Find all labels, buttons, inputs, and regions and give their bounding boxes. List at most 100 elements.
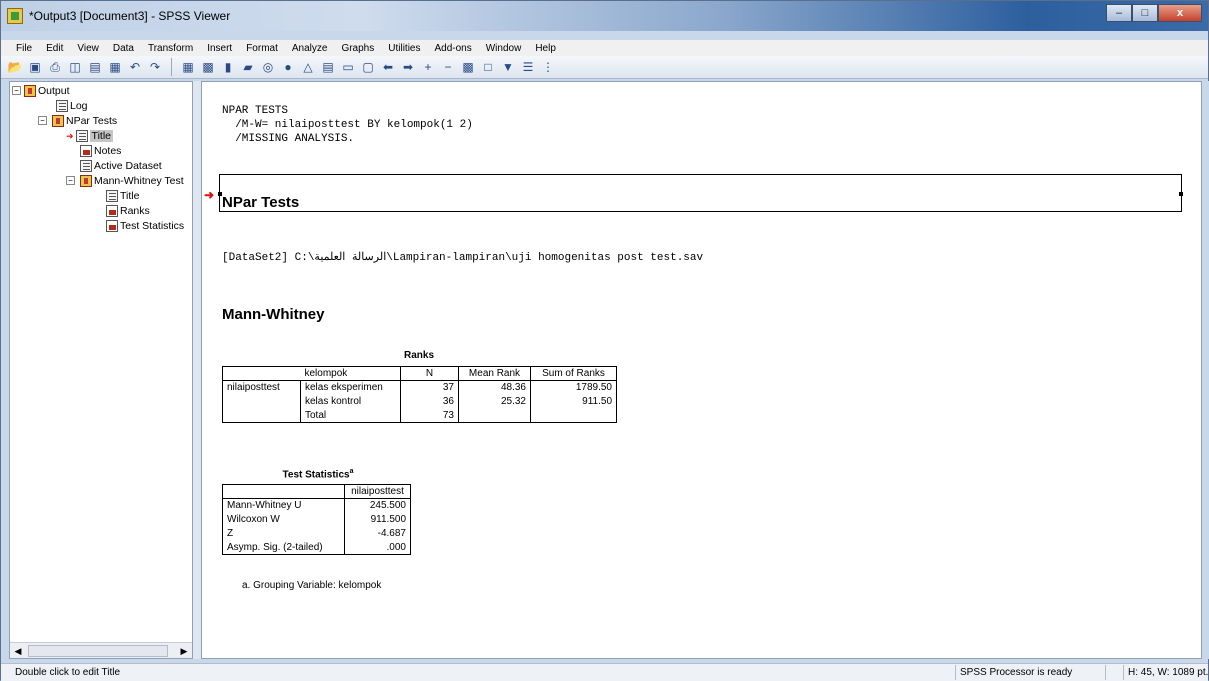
table-icon — [106, 205, 118, 217]
outline-pane[interactable]: − Output Log − NPar Tests ➜ Title Notes … — [9, 81, 193, 659]
close-button[interactable]: x — [1158, 4, 1202, 22]
table-header-row: nilaiposttest — [222, 484, 411, 499]
menu-insert[interactable]: Insert — [200, 43, 239, 54]
ranks-header-mean-rank: Mean Rank — [458, 366, 531, 381]
size-status: H: 45, W: 1089 pt. — [1123, 665, 1209, 680]
tree-label: Notes — [94, 145, 122, 157]
insert-heading-icon[interactable]: ▤ — [320, 59, 336, 75]
ranks-group-cell: Total — [300, 408, 401, 423]
title-bar[interactable]: *Output3 [Document3] - SPSS Viewer – □ x — [1, 1, 1208, 31]
minimize-button[interactable]: – — [1106, 4, 1132, 22]
insert-title-icon[interactable]: ▭ — [340, 59, 356, 75]
output-content-pane[interactable]: NPAR TESTS /M-W= nilaiposttest BY kelomp… — [201, 81, 1202, 659]
tree-label: NPar Tests — [66, 115, 118, 127]
tree-label: Mann-Whitney Test — [94, 175, 184, 187]
tree-node-title-selected[interactable]: ➜ Title — [66, 129, 113, 143]
insert-output-icon[interactable]: △ — [300, 59, 316, 75]
expand-icon[interactable]: + — [420, 59, 436, 75]
ranks-table[interactable]: kelompok N Mean Rank Sum of Ranks nilaip… — [222, 366, 617, 423]
spss-viewer-window: *Output3 [Document3] - SPSS Viewer – □ x… — [0, 0, 1209, 681]
forward-icon[interactable]: ➡ — [400, 59, 416, 75]
tree-node-log[interactable]: Log — [56, 99, 88, 113]
menu-window[interactable]: Window — [479, 43, 529, 54]
dataset-icon — [80, 160, 92, 172]
footnote-marker: a — [349, 468, 354, 475]
tree-label: Output — [38, 85, 70, 97]
dialog-recall-icon[interactable]: ▦ — [107, 59, 123, 75]
menu-view[interactable]: View — [70, 43, 106, 54]
pane-splitter[interactable] — [193, 81, 201, 659]
menu-file[interactable]: File — [9, 43, 39, 54]
tree-node-output[interactable]: Output — [24, 84, 70, 98]
selected-title-box[interactable]: NPar Tests — [218, 174, 1183, 212]
maximize-button[interactable]: □ — [1132, 4, 1158, 22]
show-icon[interactable]: ▩ — [460, 59, 476, 75]
ranks-n-cell: 73 — [400, 408, 459, 423]
ranks-sum-cell — [530, 408, 617, 423]
print-preview-icon[interactable]: ◫ — [67, 59, 83, 75]
menu-data[interactable]: Data — [106, 43, 141, 54]
redo-icon[interactable]: ↷ — [147, 59, 163, 75]
test-stats-header: nilaiposttest — [344, 484, 411, 499]
syntax-log[interactable]: NPAR TESTS /M-W= nilaiposttest BY kelomp… — [222, 104, 473, 146]
select-last-output-icon[interactable]: ☰ — [520, 59, 536, 75]
ranks-sum-cell: 1789.50 — [530, 380, 617, 395]
undo-icon[interactable]: ↶ — [127, 59, 143, 75]
goto-data-icon[interactable]: ▦ — [180, 59, 196, 75]
right-border — [1202, 81, 1209, 659]
back-icon[interactable]: ⬅ — [380, 59, 396, 75]
test-stat-value: -4.687 — [344, 526, 411, 541]
tree-node-npar-tests[interactable]: NPar Tests — [52, 114, 117, 128]
test-stat-label: Wilcoxon W — [222, 512, 345, 527]
resize-handle[interactable] — [1179, 192, 1183, 196]
tree-node-title[interactable]: Title — [106, 189, 139, 203]
scroll-thumb[interactable] — [28, 645, 168, 657]
menu-utilities[interactable]: Utilities — [381, 43, 427, 54]
outline-horizontal-scrollbar[interactable]: ◀ ▶ — [10, 642, 192, 658]
collapse-npar-toggle[interactable]: − — [38, 116, 47, 125]
tree-label: Active Dataset — [94, 160, 162, 172]
hide-icon[interactable]: □ — [480, 59, 496, 75]
print-icon[interactable]: ⎙ — [47, 59, 63, 75]
table-row: Wilcoxon W 911.500 — [222, 512, 411, 527]
goto-variable-icon[interactable]: ▩ — [200, 59, 216, 75]
tree-label: Test Statistics — [120, 220, 185, 232]
ranks-n-cell: 37 — [400, 380, 459, 395]
tree-node-active-dataset[interactable]: Active Dataset — [80, 159, 162, 173]
test-statistics-table[interactable]: nilaiposttest Mann-Whitney U 245.500 Wil… — [222, 484, 411, 555]
menu-add-ons[interactable]: Add-ons — [427, 43, 478, 54]
collapse-mann-whitney-toggle[interactable]: − — [66, 176, 75, 185]
variables-icon[interactable]: ▮ — [220, 59, 236, 75]
collapse-icon[interactable]: − — [440, 59, 456, 75]
spss-app-icon — [7, 8, 23, 24]
open-icon[interactable]: 📂 — [7, 59, 23, 75]
menu-format[interactable]: Format — [239, 43, 285, 54]
menu-analyze[interactable]: Analyze — [285, 43, 335, 54]
run-icon[interactable]: ▰ — [240, 59, 256, 75]
scroll-right-icon[interactable]: ▶ — [178, 645, 190, 657]
save-icon[interactable]: ▣ — [27, 59, 43, 75]
export-icon[interactable]: ▤ — [87, 59, 103, 75]
pivot-icon[interactable]: ⋮ — [540, 59, 556, 75]
tree-node-test-statistics[interactable]: Test Statistics — [106, 219, 184, 233]
tree-node-mann-whitney[interactable]: Mann-Whitney Test — [80, 174, 184, 188]
menu-graphs[interactable]: Graphs — [334, 43, 381, 54]
toolbar-separator — [171, 58, 172, 76]
test-stat-value: .000 — [344, 540, 411, 555]
scroll-left-icon[interactable]: ◀ — [12, 645, 24, 657]
ranks-group-cell: kelas eksperimen — [300, 380, 401, 395]
tree-node-notes[interactable]: Notes — [80, 144, 121, 158]
case-icon[interactable]: ● — [280, 59, 296, 75]
designate-window-icon[interactable]: ▼ — [500, 59, 516, 75]
table-row: Total 73 — [222, 408, 617, 423]
menu-help[interactable]: Help — [528, 43, 563, 54]
collapse-output-toggle[interactable]: − — [12, 86, 21, 95]
menu-edit[interactable]: Edit — [39, 43, 70, 54]
mann-whitney-heading[interactable]: Mann-Whitney — [222, 306, 325, 323]
menu-transform[interactable]: Transform — [141, 43, 200, 54]
insert-text-icon[interactable]: ▢ — [360, 59, 376, 75]
active-dataset-path[interactable]: [DataSet2] C:\الرسالة العلمية\Lampiran-l… — [222, 250, 703, 264]
npar-tests-title[interactable]: NPar Tests — [222, 194, 299, 211]
find-icon[interactable]: ◎ — [260, 59, 276, 75]
tree-node-ranks[interactable]: Ranks — [106, 204, 150, 218]
